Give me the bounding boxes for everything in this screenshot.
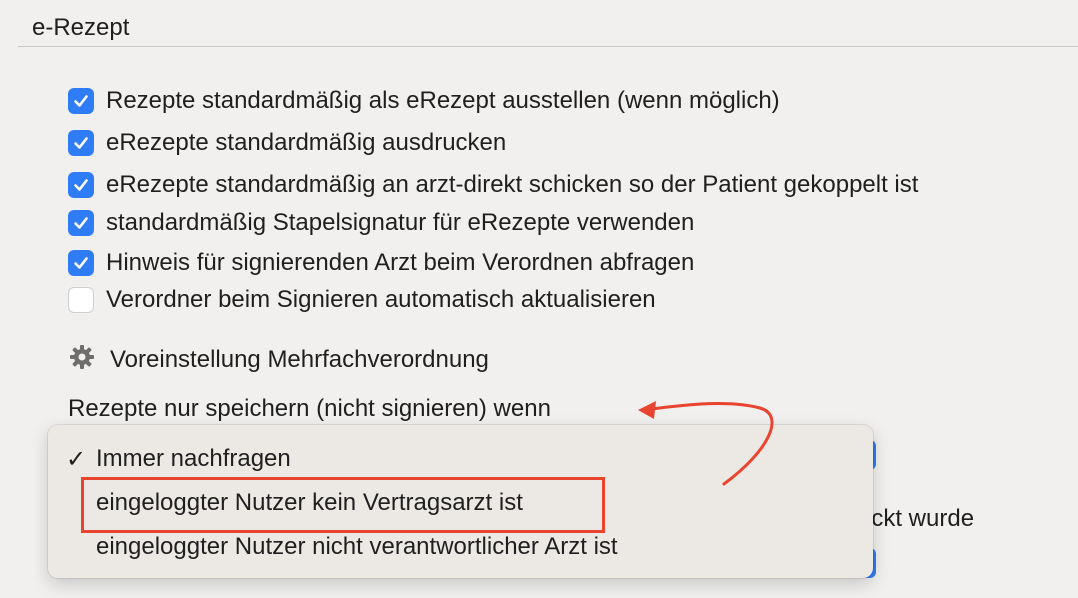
checkbox-checked-icon[interactable]	[68, 88, 94, 114]
checkbox-label: eRezepte standardmäßig an arzt-direkt sc…	[106, 171, 919, 198]
checkbox-unchecked-icon[interactable]	[68, 287, 94, 313]
checkmark-icon: ✓	[66, 446, 87, 473]
checkbox-checked-icon[interactable]	[68, 250, 94, 276]
checkbox-label: Hinweis für signierenden Arzt beim Veror…	[106, 249, 695, 276]
checkbox-checked-icon[interactable]	[68, 172, 94, 198]
menu-item-always-ask[interactable]: Immer nachfragen	[96, 445, 291, 473]
checkbox-row-batch-signature[interactable]: standardmäßig Stapelsignatur für eRezept…	[68, 208, 694, 238]
checkbox-checked-icon[interactable]	[68, 210, 94, 236]
multi-prescription-label: Voreinstellung Mehrfachverordnung	[110, 346, 489, 373]
checkbox-label: Rezepte standardmäßig als eRezept ausste…	[106, 87, 780, 114]
checkbox-row-print[interactable]: eRezepte standardmäßig ausdrucken	[68, 128, 506, 158]
checkbox-row-update-prescriber[interactable]: Verordner beim Signieren automatisch akt…	[68, 285, 656, 315]
checkbox-checked-icon[interactable]	[68, 130, 94, 156]
checkbox-row-signing-hint[interactable]: Hinweis für signierenden Arzt beim Veror…	[68, 248, 694, 278]
checkbox-label: Verordner beim Signieren automatisch akt…	[106, 286, 656, 313]
menu-item-not-responsible-doctor[interactable]: eingeloggter Nutzer nicht verantwortlich…	[96, 533, 618, 561]
gear-icon[interactable]	[68, 343, 96, 378]
checkbox-row-erezept-default[interactable]: Rezepte standardmäßig als eRezept ausste…	[68, 86, 780, 116]
checkbox-label: standardmäßig Stapelsignatur für eRezept…	[106, 209, 695, 236]
obscured-text: eckt wurde	[858, 505, 975, 532]
preferences-pane: e-Rezept Rezepte standardmäßig als eReze…	[0, 0, 1078, 598]
multi-prescription-settings[interactable]: Voreinstellung Mehrfachverordnung	[68, 343, 489, 378]
checkbox-row-arzt-direkt[interactable]: eRezepte standardmäßig an arzt-direkt sc…	[68, 170, 918, 200]
checkbox-label: eRezepte standardmäßig ausdrucken	[106, 129, 507, 156]
section-divider	[18, 46, 1078, 47]
section-title: e-Rezept	[32, 14, 130, 41]
save-condition-label: Rezepte nur speichern (nicht signieren) …	[68, 395, 551, 422]
annotation-highlight-box	[81, 477, 605, 533]
